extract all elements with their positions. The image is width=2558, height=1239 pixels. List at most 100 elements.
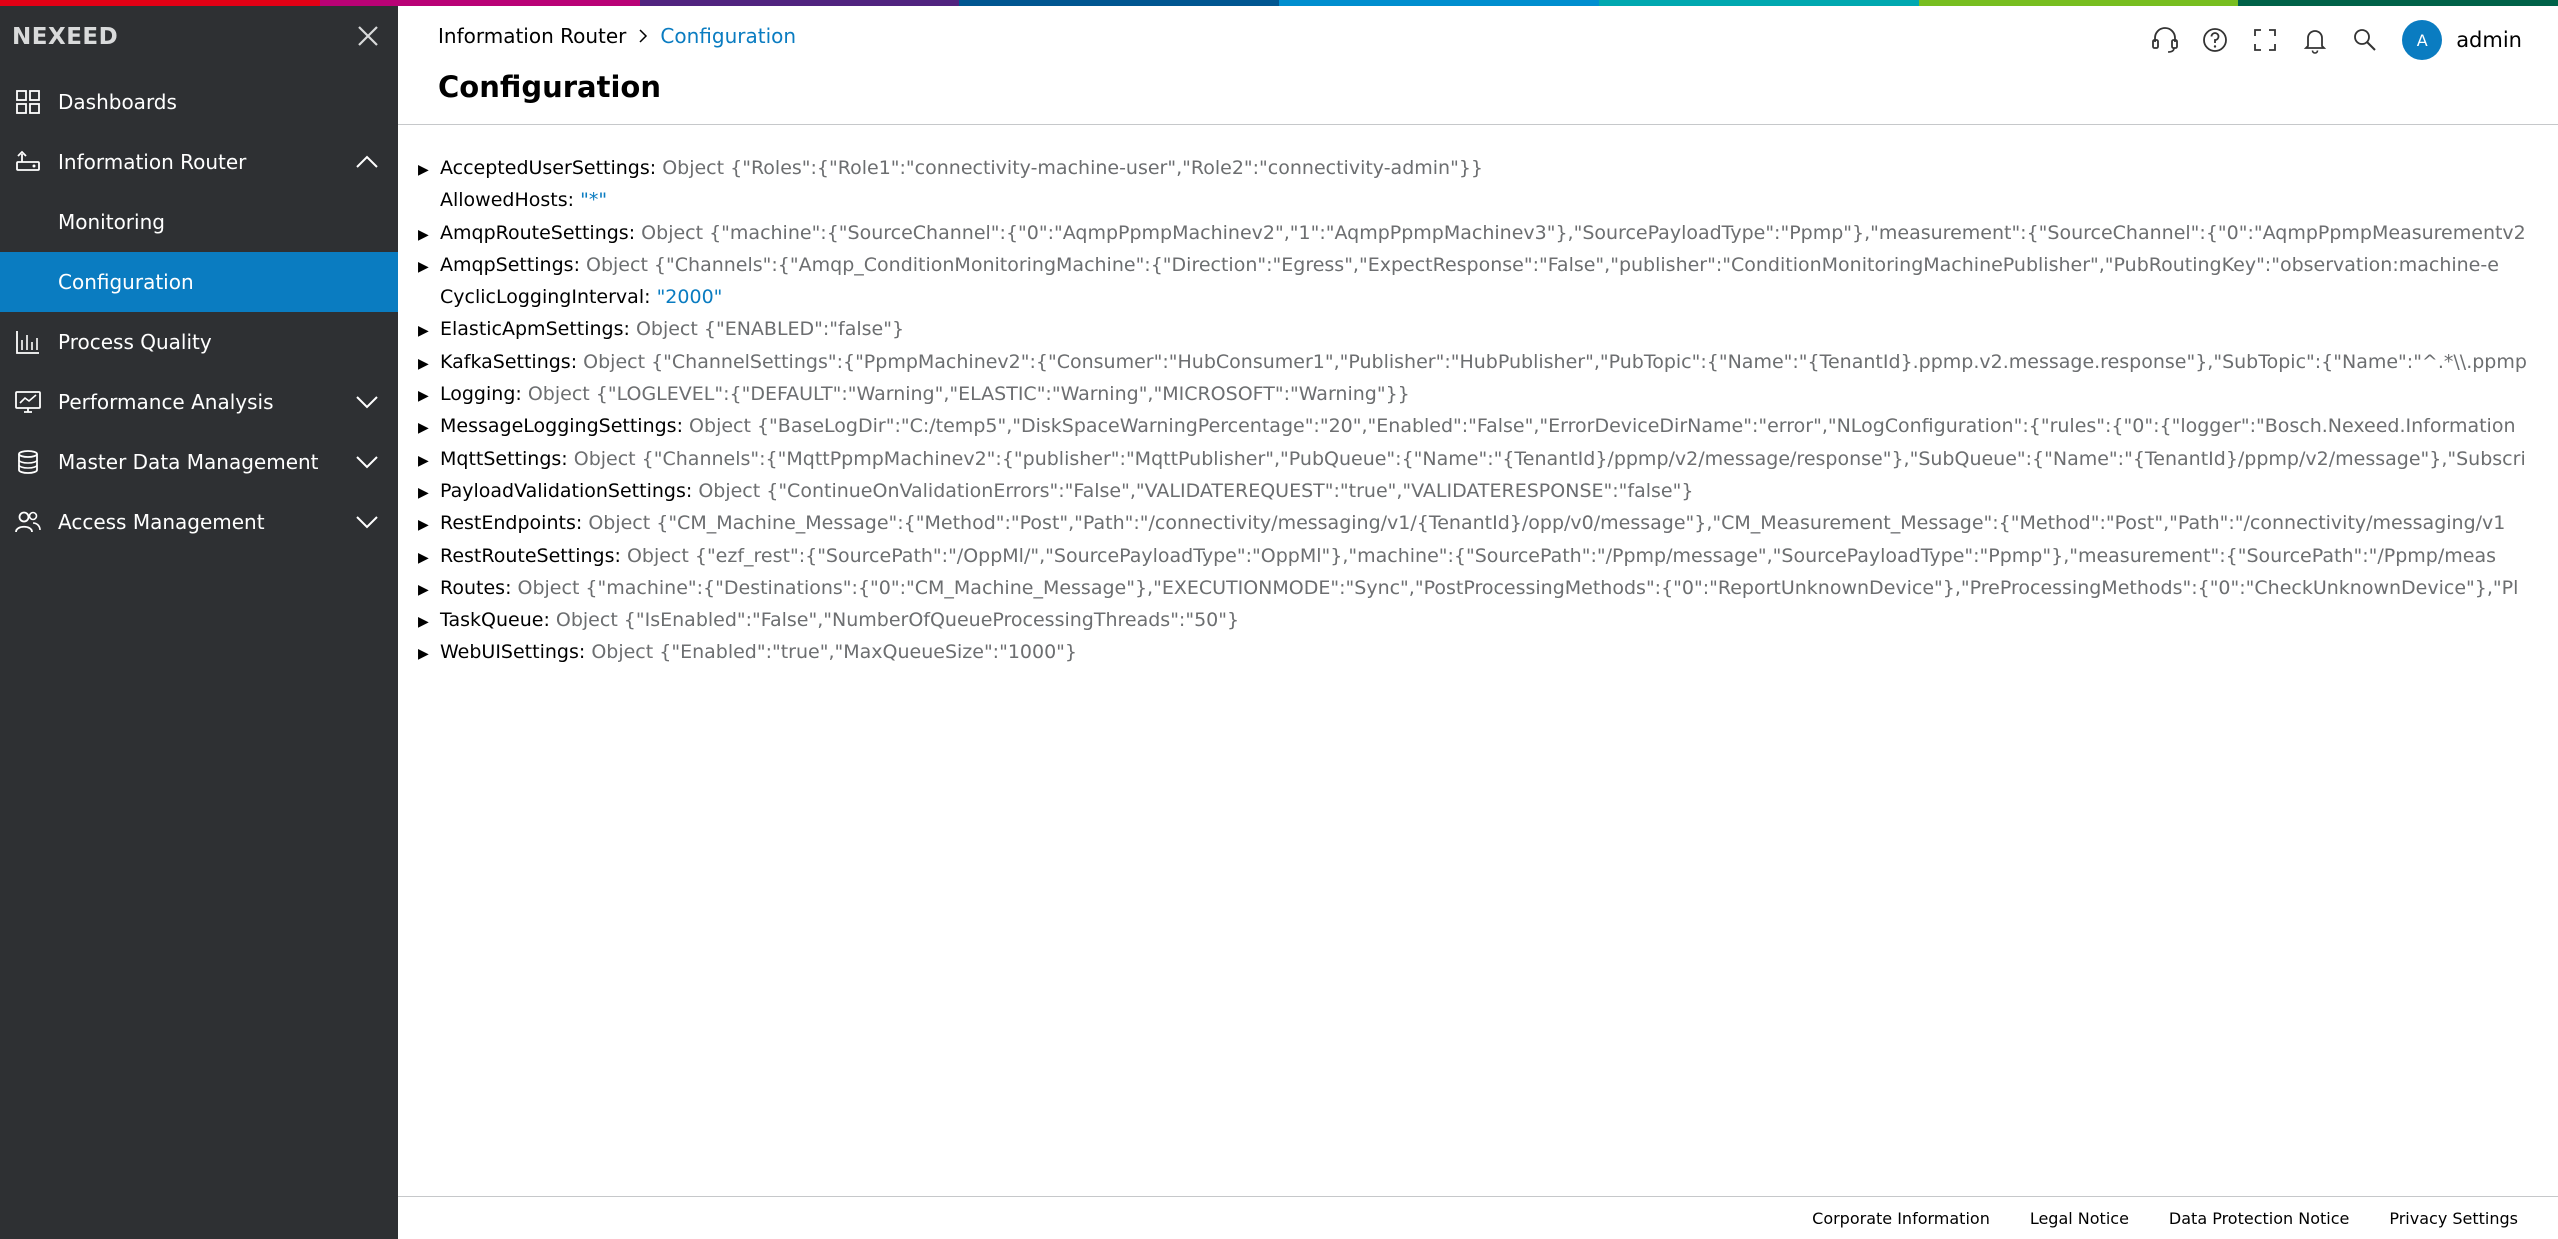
breadcrumb-item-information-router[interactable]: Information Router (438, 24, 626, 48)
key-separator: : (623, 318, 636, 341)
config-value: Object {"ContinueOnValidationErrors":"Fa… (698, 479, 1694, 502)
expand-triangle-icon[interactable]: ▶ (418, 509, 440, 541)
config-row[interactable]: ▶ PayloadValidationSettings: Object {"Con… (418, 475, 2534, 507)
avatar[interactable]: A (2402, 20, 2443, 60)
footer-link-privacy-settings[interactable]: Privacy Settings (2389, 1209, 2518, 1228)
config-key: WebUISettings (440, 641, 579, 664)
header-actions: A admin (2132, 18, 2522, 62)
config-value: Object {"ENABLED":"false"} (635, 318, 905, 341)
config-row[interactable]: ▶ WebUISettings: Object {"Enabled":"true"… (418, 636, 2534, 668)
breadcrumb: Information Router Configuration (438, 24, 796, 48)
close-icon[interactable] (354, 22, 382, 50)
config-value: Object {"Channels":{"MqttPpmpMachinev2":… (573, 447, 2526, 470)
sidebar-item-performance-analysis[interactable]: Performance Analysis (0, 372, 398, 432)
config-value: "*" (580, 189, 608, 212)
config-value: Object {"Channels":{"Amqp_ConditionMonit… (586, 253, 2499, 276)
config-value: Object {"machine":{"SourceChannel":{"0":… (641, 221, 2526, 244)
config-value: Object {"ChannelSettings":{"PpmpMachinev… (583, 350, 2527, 373)
sidebar-item-access-management[interactable]: Access Management (0, 492, 398, 552)
footer-link-corporate-information[interactable]: Corporate Information (1812, 1209, 1990, 1228)
config-row: CyclicLoggingInterval: "2000" (418, 281, 2534, 313)
help-icon[interactable] (2198, 23, 2232, 57)
footer-link-data-protection-notice[interactable]: Data Protection Notice (2169, 1209, 2349, 1228)
config-value: "2000" (656, 286, 723, 309)
sidebar-item-label: Information Router (58, 150, 247, 174)
expand-triangle-icon[interactable]: ▶ (418, 154, 440, 186)
config-key: MqttSettings (440, 447, 562, 470)
key-separator: : (561, 447, 574, 470)
config-key: TaskQueue (440, 609, 544, 632)
chevron-up-icon[interactable] (354, 150, 380, 174)
headset-icon[interactable] (2148, 23, 2182, 57)
config-key: CyclicLoggingInterval (440, 286, 645, 309)
expand-triangle-icon[interactable]: ▶ (418, 380, 440, 412)
user-name[interactable]: admin (2456, 28, 2522, 52)
sidebar-item-label: Master Data Management (58, 450, 319, 474)
config-row[interactable]: ▶ MessageLoggingSettings: Object {"BaseLo… (418, 410, 2534, 442)
bell-icon[interactable] (2298, 23, 2332, 57)
sidebar-item-monitoring[interactable]: Monitoring (0, 192, 398, 252)
sidebar: NEXEED Dashboards Information Router Mon… (0, 6, 398, 1239)
expand-triangle-icon[interactable]: ▶ (418, 445, 440, 477)
sidebar-item-master-data-management[interactable]: Master Data Management (0, 432, 398, 492)
sidebar-item-information-router[interactable]: Information Router (0, 132, 398, 192)
expand-triangle-icon[interactable]: ▶ (418, 251, 440, 283)
expand-triangle-icon[interactable]: ▶ (418, 606, 440, 638)
key-separator: : (676, 415, 690, 438)
chevron-right-icon (639, 29, 648, 43)
config-row[interactable]: ▶ ElasticApmSettings: Object {"ENABLED":"… (418, 313, 2534, 345)
config-value: Object {"Enabled":"true","MaxQueueSize":… (591, 641, 1078, 664)
chevron-down-icon[interactable] (354, 450, 380, 474)
expand-triangle-icon[interactable]: ▶ (418, 638, 440, 670)
brand-logo: NEXEED (12, 24, 119, 50)
sidebar-item-label: Configuration (58, 270, 194, 294)
config-row[interactable]: ▶ AmqpRouteSettings: Object {"machine":{"… (418, 217, 2534, 249)
sidebar-item-dashboards[interactable]: Dashboards (0, 72, 398, 132)
config-key: ElasticApmSettings (440, 318, 624, 341)
config-row[interactable]: ▶ TaskQueue: Object {"IsEnabled":"False",… (418, 604, 2534, 636)
config-row[interactable]: ▶ MqttSettings: Object {"Channels":{"Mqtt… (418, 443, 2534, 475)
chart-quality-icon (16, 331, 39, 354)
sidebar-nav: Dashboards Information Router Monitoring… (0, 72, 398, 552)
config-key: AmqpSettings (440, 253, 574, 276)
footer-link-legal-notice[interactable]: Legal Notice (2030, 1209, 2129, 1228)
config-row[interactable]: ▶ AcceptedUserSettings: Object {"Roles":{… (418, 152, 2534, 184)
config-key: AmqpRouteSettings (440, 221, 629, 244)
expand-triangle-icon[interactable]: ▶ (418, 348, 440, 380)
key-separator: : (578, 641, 592, 664)
expand-triangle-icon[interactable]: ▶ (418, 542, 440, 574)
config-row[interactable]: ▶ KafkaSettings: Object {"ChannelSettings… (418, 346, 2534, 378)
chevron-down-icon[interactable] (354, 390, 380, 414)
config-row[interactable]: ▶ Logging: Object {"LOGLEVEL":{"DEFAULT":… (418, 378, 2534, 410)
database-icon (18, 450, 38, 474)
sidebar-item-label: Monitoring (58, 210, 165, 234)
page-title: Configuration (438, 70, 661, 104)
config-value: Object {"ezf_rest":{"SourcePath":"/OppMl… (626, 544, 2496, 567)
config-key: RestEndpoints (440, 512, 576, 535)
monitor-chart-icon (15, 391, 41, 413)
config-value: Object {"IsEnabled":"False","NumberOfQue… (555, 609, 1240, 632)
config-row[interactable]: ▶ AmqpSettings: Object {"Channels":{"Amqp… (418, 249, 2534, 281)
breadcrumb-item-configuration[interactable]: Configuration (660, 24, 796, 48)
sidebar-item-process-quality[interactable]: Process Quality (0, 312, 398, 372)
config-row[interactable]: ▶ Routes: Object {"machine":{"Destination… (418, 572, 2534, 604)
expand-triangle-icon[interactable]: ▶ (418, 219, 440, 251)
config-key: KafkaSettings (440, 350, 571, 373)
key-separator: : (649, 157, 663, 179)
expand-triangle-icon[interactable]: ▶ (418, 574, 440, 606)
expand-triangle-icon[interactable]: ▶ (418, 477, 440, 509)
sidebar-item-configuration[interactable]: Configuration (0, 252, 398, 312)
key-separator: : (575, 512, 589, 535)
config-key: AcceptedUserSettings (440, 157, 650, 179)
expand-triangle-icon[interactable]: ▶ (418, 315, 440, 347)
config-row[interactable]: ▶ RestEndpoints: Object {"CM_Machine_Mess… (418, 507, 2534, 539)
expand-triangle-icon[interactable]: ▶ (418, 412, 440, 444)
config-key: Routes (440, 576, 506, 599)
config-value: Object {"LOGLEVEL":{"DEFAULT":"Warning",… (527, 383, 1410, 406)
config-row[interactable]: ▶ RestRouteSettings: Object {"ezf_rest":{… (418, 540, 2534, 572)
config-value: Object {"machine":{"Destinations":{"0":"… (517, 576, 2519, 599)
chevron-down-icon[interactable] (354, 510, 380, 534)
fullscreen-icon[interactable] (2248, 23, 2282, 57)
config-key: AllowedHosts (440, 189, 568, 212)
search-icon[interactable] (2348, 23, 2382, 57)
